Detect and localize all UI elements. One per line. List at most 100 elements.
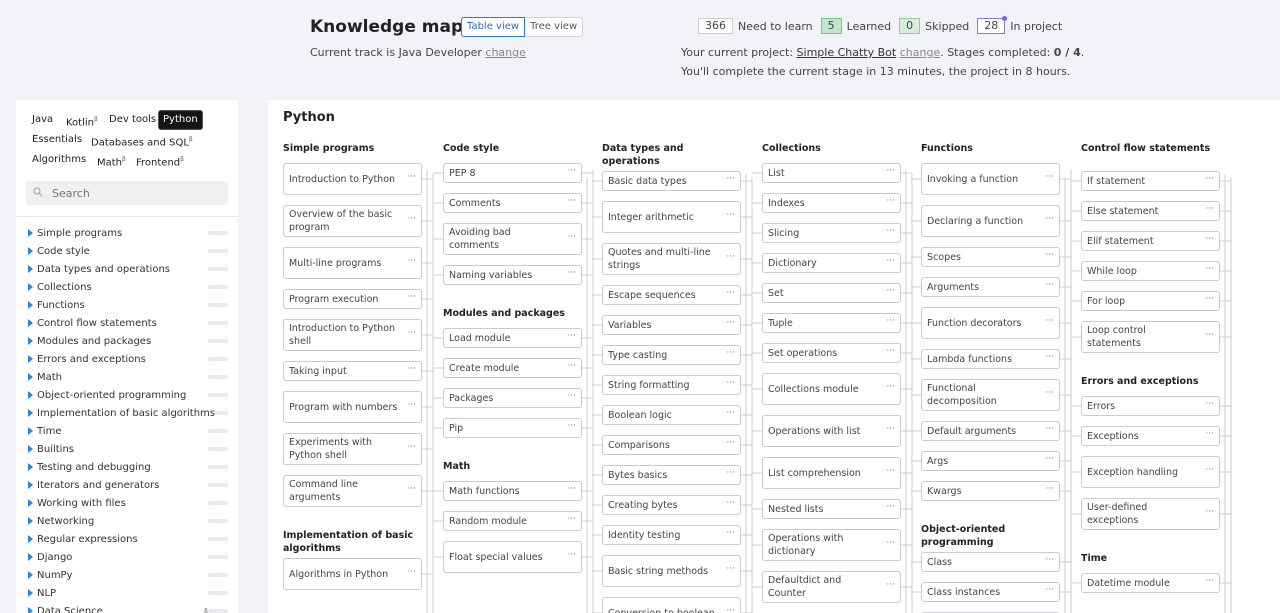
topic-card[interactable]: Math functions ··· (443, 481, 582, 501)
more-options-icon[interactable]: ··· (726, 347, 735, 360)
topic-card[interactable]: Basic string methods ··· (602, 555, 741, 587)
more-options-icon[interactable]: ··· (886, 195, 895, 208)
expand-triangle-icon[interactable] (28, 409, 33, 417)
more-options-icon[interactable]: ··· (1045, 423, 1054, 436)
topic-card[interactable]: Tuple ··· (762, 313, 901, 333)
tab-kotlin[interactable]: Kotlinβ (62, 110, 102, 130)
topic-card[interactable]: Operations with list ··· (762, 415, 901, 447)
topic-card[interactable]: Set operations ··· (762, 343, 901, 363)
expand-triangle-icon[interactable] (28, 445, 33, 453)
topic-card[interactable]: Type casting ··· (602, 345, 741, 365)
more-options-icon[interactable]: ··· (1205, 428, 1214, 441)
more-options-icon[interactable]: ··· (726, 173, 735, 186)
more-options-icon[interactable]: ··· (1205, 263, 1214, 276)
sidebar-topic-item[interactable]: Control flow statements (26, 314, 228, 332)
topic-card[interactable]: While loop ··· (1081, 261, 1220, 281)
expand-triangle-icon[interactable] (28, 535, 33, 543)
expand-triangle-icon[interactable] (28, 337, 33, 345)
more-options-icon[interactable]: ··· (726, 563, 735, 576)
topic-card[interactable]: Elif statement ··· (1081, 231, 1220, 251)
more-options-icon[interactable]: ··· (407, 441, 416, 454)
topic-card[interactable]: Arguments ··· (921, 277, 1060, 297)
more-options-icon[interactable]: ··· (886, 315, 895, 328)
topic-card[interactable]: Comparisons ··· (602, 435, 741, 455)
topic-card[interactable]: Identity testing ··· (602, 525, 741, 545)
topic-card[interactable]: Class instances ··· (921, 582, 1060, 602)
topic-card[interactable]: Declaring a function ··· (921, 205, 1060, 237)
more-options-icon[interactable]: ··· (1205, 575, 1214, 588)
topic-card[interactable]: Load module ··· (443, 328, 582, 348)
topic-card[interactable]: Comments ··· (443, 193, 582, 213)
more-options-icon[interactable]: ··· (726, 437, 735, 450)
more-options-icon[interactable]: ··· (726, 317, 735, 330)
more-options-icon[interactable]: ··· (1045, 279, 1054, 292)
more-options-icon[interactable]: ··· (886, 255, 895, 268)
topic-card[interactable]: Pip ··· (443, 418, 582, 438)
topic-card[interactable]: For loop ··· (1081, 291, 1220, 311)
topic-card[interactable]: Random module ··· (443, 511, 582, 531)
more-options-icon[interactable]: ··· (1205, 293, 1214, 306)
more-options-icon[interactable]: ··· (726, 467, 735, 480)
more-options-icon[interactable]: ··· (726, 497, 735, 510)
topic-card[interactable]: Slicing ··· (762, 223, 901, 243)
more-options-icon[interactable]: ··· (886, 537, 895, 550)
topic-card[interactable]: Nested lists ··· (762, 499, 901, 519)
tab-essentials[interactable]: Essentials (28, 130, 86, 150)
topic-card[interactable]: Loop control statements ··· (1081, 321, 1220, 353)
expand-triangle-icon[interactable] (28, 391, 33, 399)
more-options-icon[interactable]: ··· (1205, 329, 1214, 342)
sidebar-topic-item[interactable]: Working with files (26, 494, 228, 512)
topic-card[interactable]: Algorithms in Python ··· (283, 558, 422, 590)
expand-triangle-icon[interactable] (28, 589, 33, 597)
expand-triangle-icon[interactable] (28, 571, 33, 579)
more-options-icon[interactable]: ··· (726, 407, 735, 420)
topic-card[interactable]: Collections module ··· (762, 373, 901, 405)
topic-card[interactable]: Packages ··· (443, 388, 582, 408)
topic-card[interactable]: Scopes ··· (921, 247, 1060, 267)
stat-learned[interactable]: 5 Learned (820, 18, 891, 34)
more-options-icon[interactable]: ··· (886, 465, 895, 478)
topic-card[interactable]: Functional decomposition ··· (921, 379, 1060, 411)
topic-card[interactable]: Lambda functions ··· (921, 349, 1060, 369)
topic-card[interactable]: Kwargs ··· (921, 481, 1060, 501)
more-options-icon[interactable]: ··· (407, 399, 416, 412)
sidebar-topic-item[interactable]: Code style (26, 242, 228, 260)
topic-card[interactable]: Float special values ··· (443, 541, 582, 573)
topic-card[interactable]: Program execution ··· (283, 289, 422, 309)
sidebar-topic-item[interactable]: Builtins (26, 440, 228, 458)
tab-math[interactable]: Mathβ (93, 150, 130, 170)
topic-card[interactable]: Invoking a function ··· (921, 163, 1060, 195)
table-view-button[interactable]: Table view (461, 17, 526, 37)
sidebar-topic-item[interactable]: Data types and operations (26, 260, 228, 278)
topic-card[interactable]: If statement ··· (1081, 171, 1220, 191)
topic-card[interactable]: Args ··· (921, 451, 1060, 471)
more-options-icon[interactable]: ··· (1045, 387, 1054, 400)
sidebar-topic-item[interactable]: NumPy (26, 566, 228, 584)
sidebar-topic-item[interactable]: Object-oriented programming (26, 386, 228, 404)
topic-card[interactable]: Exception handling ··· (1081, 456, 1220, 488)
more-options-icon[interactable]: ··· (726, 377, 735, 390)
sidebar-topic-item[interactable]: NLP (26, 584, 228, 602)
topic-card[interactable]: Indexes ··· (762, 193, 901, 213)
sidebar-topic-item[interactable]: Django (26, 548, 228, 566)
more-options-icon[interactable]: ··· (407, 255, 416, 268)
expand-triangle-icon[interactable] (28, 229, 33, 237)
topic-card[interactable]: Command line arguments ··· (283, 475, 422, 507)
more-options-icon[interactable]: ··· (407, 291, 416, 304)
more-options-icon[interactable]: ··· (1205, 398, 1214, 411)
more-options-icon[interactable]: ··· (726, 605, 735, 613)
more-options-icon[interactable]: ··· (886, 165, 895, 178)
more-options-icon[interactable]: ··· (1045, 554, 1054, 567)
sidebar-topic-item[interactable]: Networking (26, 512, 228, 530)
more-options-icon[interactable]: ··· (567, 330, 576, 343)
expand-triangle-icon[interactable] (28, 517, 33, 525)
expand-triangle-icon[interactable] (28, 607, 33, 613)
topic-card[interactable]: Creating bytes ··· (602, 495, 741, 515)
sidebar-topic-item[interactable]: Implementation of basic algorithms (26, 404, 228, 422)
more-options-icon[interactable]: ··· (886, 381, 895, 394)
sidebar-topic-item[interactable]: Simple programs (26, 224, 228, 242)
more-options-icon[interactable]: ··· (886, 501, 895, 514)
more-options-icon[interactable]: ··· (567, 231, 576, 244)
more-options-icon[interactable]: ··· (567, 549, 576, 562)
more-options-icon[interactable]: ··· (567, 390, 576, 403)
